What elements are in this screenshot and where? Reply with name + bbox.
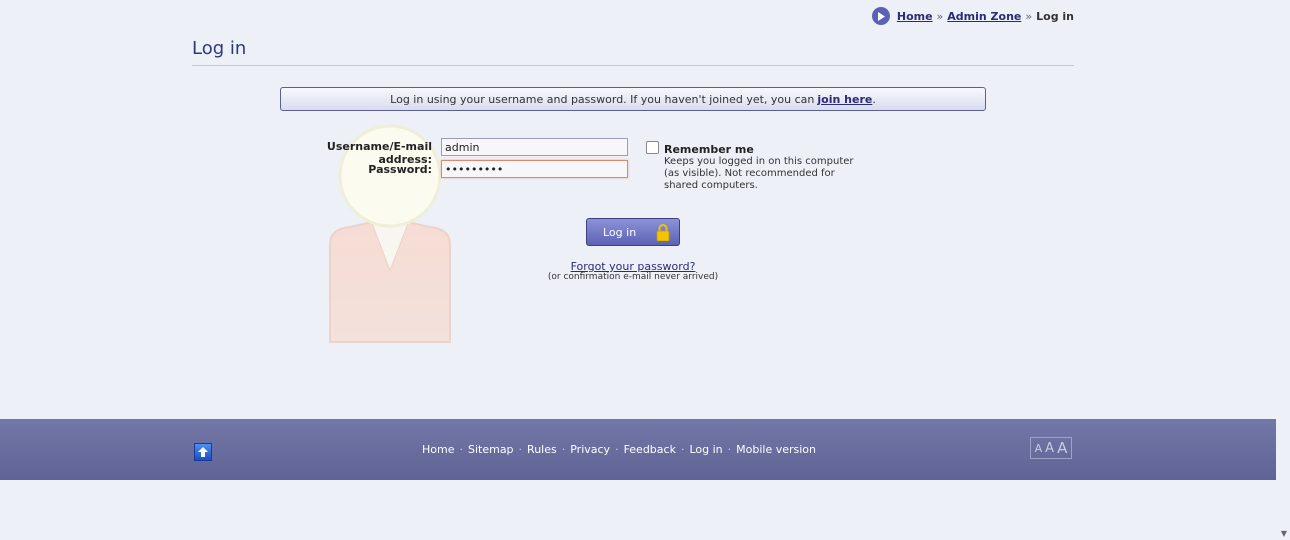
footer-login-link[interactable]: Log in	[689, 443, 722, 456]
footer-separator: ·	[727, 443, 732, 456]
text-size-small[interactable]: A	[1035, 442, 1043, 455]
username-input[interactable]	[441, 138, 628, 156]
footer-separator: ·	[561, 443, 566, 456]
remember-me-label[interactable]: Remember me	[664, 143, 754, 156]
footer-feedback-link[interactable]: Feedback	[624, 443, 676, 456]
info-text: Log in using your username and password.…	[390, 92, 815, 106]
footer-privacy-link[interactable]: Privacy	[570, 443, 610, 456]
footer-sitemap-link[interactable]: Sitemap	[468, 443, 514, 456]
text-size-switcher: A A A	[1030, 437, 1072, 459]
forgot-password-note: (or confirmation e-mail never arrived)	[547, 272, 719, 282]
breadcrumb-admin-zone-link[interactable]: Admin Zone	[947, 10, 1021, 23]
footer-rules-link[interactable]: Rules	[527, 443, 557, 456]
lock-icon	[656, 224, 670, 241]
join-here-link[interactable]: join here	[817, 93, 872, 106]
page-title: Log in	[192, 38, 247, 59]
footer: Home · Sitemap · Rules · Privacy · Feedback · Log …	[0, 419, 1276, 480]
password-input[interactable]	[441, 160, 628, 178]
breadcrumb: Home » Admin Zone » Log in	[871, 7, 1074, 25]
text-size-large[interactable]: A	[1057, 439, 1067, 457]
scroll-down-icon[interactable]: ▼	[1281, 529, 1287, 538]
footer-mobile-version-link[interactable]: Mobile version	[736, 443, 816, 456]
password-label: Password:	[368, 163, 432, 176]
remember-me-hint: Keeps you logged in on this computer (as…	[664, 156, 854, 191]
breadcrumb-home-link[interactable]: Home	[897, 10, 933, 23]
footer-separator: ·	[680, 443, 685, 456]
login-button-label: Log in	[603, 225, 637, 239]
breadcrumb-separator: »	[1025, 9, 1033, 23]
remember-me-checkbox[interactable]	[646, 141, 659, 154]
footer-separator: ·	[518, 443, 523, 456]
play-arrow-icon	[871, 7, 890, 25]
info-suffix: .	[872, 92, 876, 106]
breadcrumb-current: Log in	[1036, 9, 1074, 23]
text-size-medium[interactable]: A	[1045, 441, 1054, 456]
footer-separator: ·	[615, 443, 619, 456]
footer-home-link[interactable]: Home	[422, 443, 454, 456]
breadcrumb-separator: »	[936, 9, 944, 23]
login-button[interactable]: Log in	[586, 218, 680, 246]
footer-separator: ·	[459, 443, 463, 456]
login-info-box: Log in using your username and password.…	[280, 87, 986, 111]
title-divider	[192, 65, 1074, 66]
